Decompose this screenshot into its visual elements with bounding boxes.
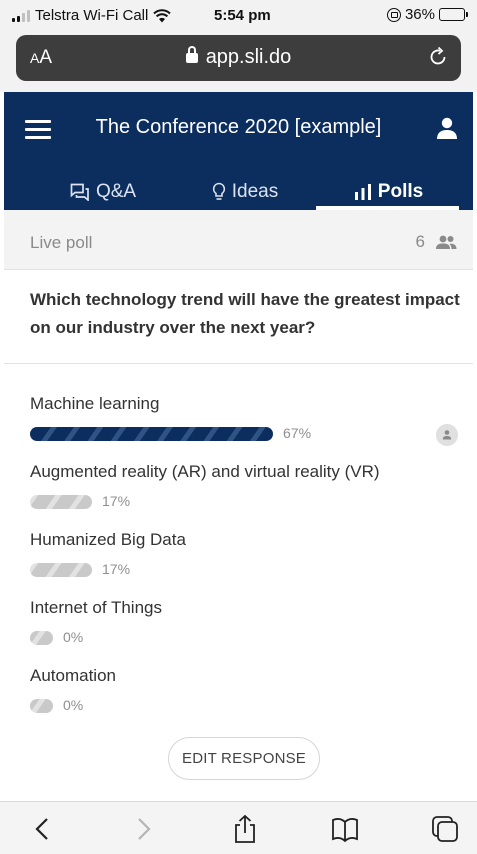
result-percent: 67% bbox=[283, 425, 312, 441]
poll-question: Which technology trend will have the gre… bbox=[30, 290, 460, 337]
status-right: 36% bbox=[386, 6, 468, 23]
status-left: Telstra Wi-Fi Call bbox=[12, 7, 172, 24]
tabs-icon[interactable] bbox=[430, 814, 460, 844]
poll-header: Live poll 6 bbox=[4, 210, 473, 270]
tab-qa-label: Q&A bbox=[95, 181, 137, 202]
menu-icon[interactable] bbox=[25, 120, 51, 139]
app-header: The Conference 2020 [example] Q&A Ideas bbox=[4, 92, 473, 210]
reload-icon[interactable] bbox=[427, 46, 449, 68]
tab-polls-label: Polls bbox=[377, 181, 424, 202]
option-label: Automation bbox=[30, 666, 116, 685]
wifi-icon bbox=[153, 8, 172, 22]
tab-qa[interactable]: Q&A bbox=[32, 174, 174, 210]
result-bar bbox=[30, 631, 53, 645]
option-label: Humanized Big Data bbox=[30, 530, 186, 549]
poll-option: Machine learning 67% bbox=[30, 394, 470, 446]
result-percent: 0% bbox=[63, 697, 84, 713]
chat-bubbles-icon bbox=[70, 183, 89, 201]
bar-chart-icon bbox=[354, 184, 371, 200]
result-bar bbox=[30, 563, 92, 577]
browser-toolbar bbox=[0, 801, 477, 854]
your-vote-icon bbox=[436, 424, 458, 446]
secure-lock-icon bbox=[185, 46, 198, 63]
result-percent: 17% bbox=[102, 561, 131, 577]
participants-count: 6 bbox=[416, 232, 457, 252]
tab-bar: Q&A Ideas Polls bbox=[4, 172, 473, 210]
people-icon bbox=[436, 235, 457, 249]
bookmarks-icon[interactable] bbox=[330, 814, 360, 844]
status-bar: Telstra Wi-Fi Call 5:54 pm 36% bbox=[0, 0, 477, 30]
option-label: Augmented reality (AR) and virtual reali… bbox=[30, 462, 380, 481]
result-row: 17% bbox=[30, 560, 470, 580]
result-percent: 0% bbox=[63, 629, 84, 645]
tab-ideas[interactable]: Ideas bbox=[174, 174, 316, 210]
lightbulb-icon bbox=[212, 182, 225, 200]
poll-option: Augmented reality (AR) and virtual reali… bbox=[30, 462, 470, 512]
result-percent: 17% bbox=[102, 493, 131, 509]
result-row: 17% bbox=[30, 492, 470, 512]
result-bar bbox=[30, 699, 53, 713]
battery-icon bbox=[439, 8, 468, 21]
result-bar bbox=[30, 427, 273, 441]
tab-ideas-label: Ideas bbox=[231, 181, 279, 202]
user-profile-icon[interactable] bbox=[435, 116, 459, 140]
participants-number: 6 bbox=[415, 232, 425, 251]
carrier-label: Telstra Wi-Fi Call bbox=[35, 7, 149, 24]
poll-option: Humanized Big Data 17% bbox=[30, 530, 470, 580]
browser-address-bar: AA app.sli.do bbox=[0, 30, 477, 92]
result-bar bbox=[30, 495, 92, 509]
forward-icon[interactable] bbox=[128, 814, 158, 844]
option-label: Internet of Things bbox=[30, 598, 162, 617]
live-poll-label: Live poll bbox=[30, 233, 93, 252]
edit-response-button[interactable]: EDIT RESPONSE bbox=[168, 737, 320, 780]
divider bbox=[4, 363, 473, 364]
clock: 5:54 pm bbox=[214, 7, 271, 24]
poll-option: Automation 0% bbox=[30, 666, 470, 716]
url-text: app.sli.do bbox=[205, 46, 292, 68]
tab-polls[interactable]: Polls bbox=[316, 174, 461, 210]
result-row: 67% bbox=[30, 424, 470, 446]
url-display[interactable]: app.sli.do bbox=[16, 46, 461, 69]
result-row: 0% bbox=[30, 696, 470, 716]
share-icon[interactable] bbox=[230, 814, 260, 844]
back-icon[interactable] bbox=[28, 814, 58, 844]
signal-strength-icon bbox=[12, 9, 30, 22]
url-field[interactable]: AA app.sli.do bbox=[16, 35, 461, 81]
orientation-lock-icon bbox=[386, 7, 401, 22]
battery-percent: 36% bbox=[404, 6, 435, 23]
poll-option: Internet of Things 0% bbox=[30, 598, 470, 648]
event-title: The Conference 2020 [example] bbox=[95, 116, 382, 138]
result-row: 0% bbox=[30, 628, 470, 648]
option-label: Machine learning bbox=[30, 394, 160, 413]
